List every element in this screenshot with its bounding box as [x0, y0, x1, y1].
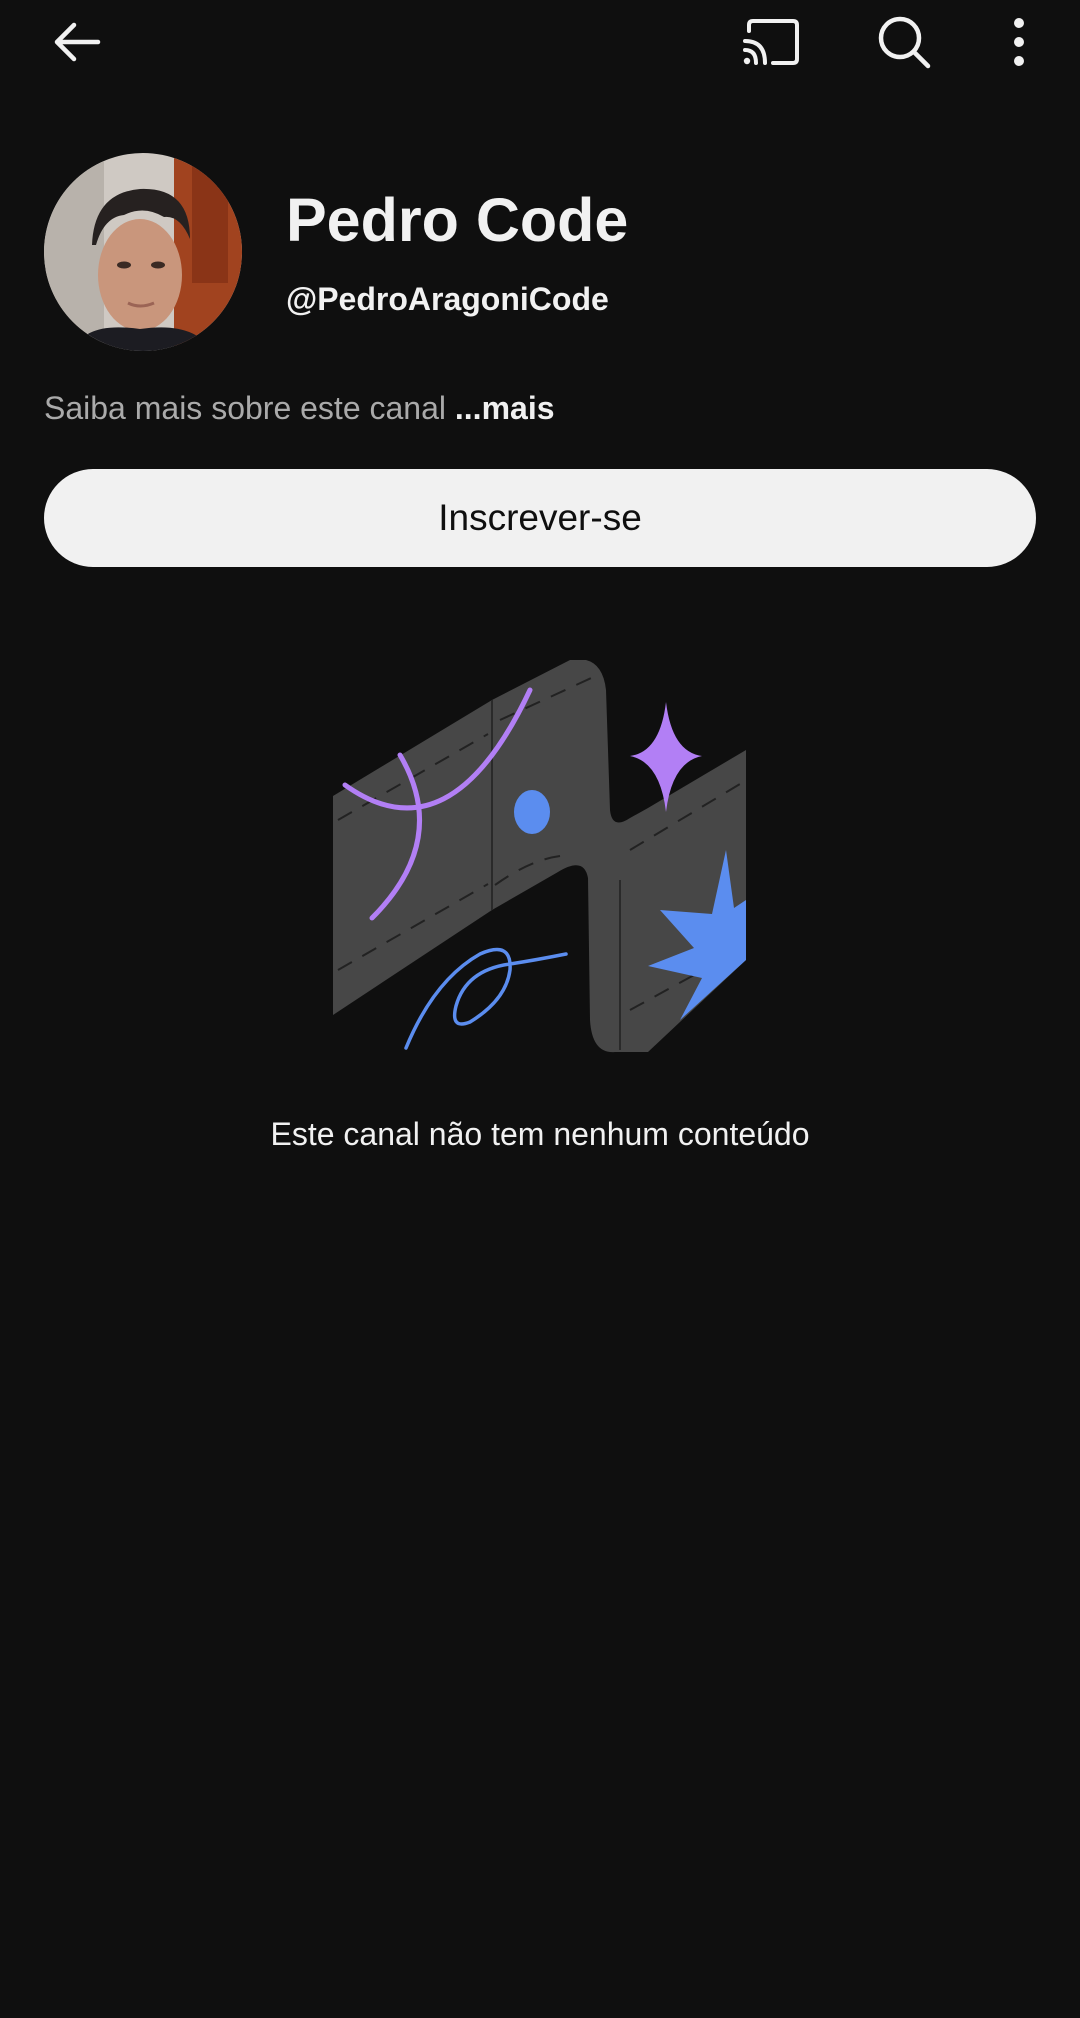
more-vert-icon [1014, 18, 1024, 66]
about-text: Saiba mais sobre este canal [44, 390, 446, 426]
channel-name: Pedro Code [286, 186, 629, 254]
channel-handle: @PedroAragoniCode [286, 281, 609, 317]
back-arrow-icon [54, 22, 101, 62]
search-icon [878, 16, 931, 69]
channel-avatar[interactable] [44, 153, 242, 351]
top-app-bar [0, 0, 1080, 90]
search-button[interactable] [864, 2, 944, 82]
cast-button[interactable] [731, 2, 811, 82]
empty-channel-illustration [330, 659, 750, 1060]
more-options-button[interactable] [979, 2, 1059, 82]
empty-state-message: Este canal não tem nenhum conteúdo [270, 1116, 810, 1152]
back-button[interactable] [36, 2, 116, 82]
channel-about[interactable]: Saiba mais sobre este canal ...mais [44, 392, 555, 424]
avatar-photo [44, 153, 242, 351]
cast-icon [743, 19, 799, 65]
about-more-link[interactable]: ...mais [455, 390, 555, 426]
subscribe-button[interactable]: Inscrever-se [44, 469, 1036, 567]
